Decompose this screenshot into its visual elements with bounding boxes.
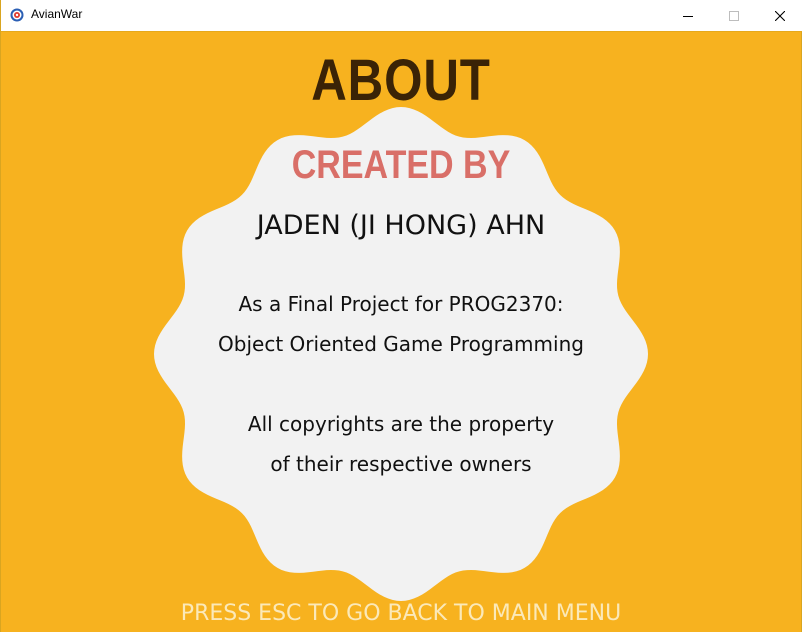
project-line: As a Final Project for PROG2370:: [238, 292, 564, 316]
app-icon: [10, 8, 24, 22]
author-name: JADEN (JI HONG) AHN: [256, 210, 546, 241]
minimize-button[interactable]: [665, 0, 711, 31]
game-screen: ABOUT CREATED BY JADEN (JI HONG) AHN As …: [1, 32, 801, 632]
maximize-button[interactable]: [711, 0, 757, 31]
title-bar[interactable]: AvianWar: [1, 0, 802, 32]
close-button[interactable]: [757, 0, 802, 31]
course-line: Object Oriented Game Programming: [218, 332, 584, 356]
close-icon: [775, 10, 785, 21]
esc-prompt: PRESS ESC TO GO BACK TO MAIN MENU: [180, 601, 622, 626]
minimize-icon: [683, 15, 693, 17]
maximize-icon: [729, 10, 739, 21]
created-by-heading: CREATED BY: [291, 143, 511, 187]
page-title: ABOUT: [311, 48, 491, 113]
copyright-line: All copyrights are the property: [247, 412, 555, 436]
window-title: AvianWar: [31, 7, 83, 21]
owners-line: of their respective owners: [270, 452, 532, 476]
app-window: AvianWar ABOUT CREATED BY JADEN (JI HONG…: [0, 0, 802, 632]
